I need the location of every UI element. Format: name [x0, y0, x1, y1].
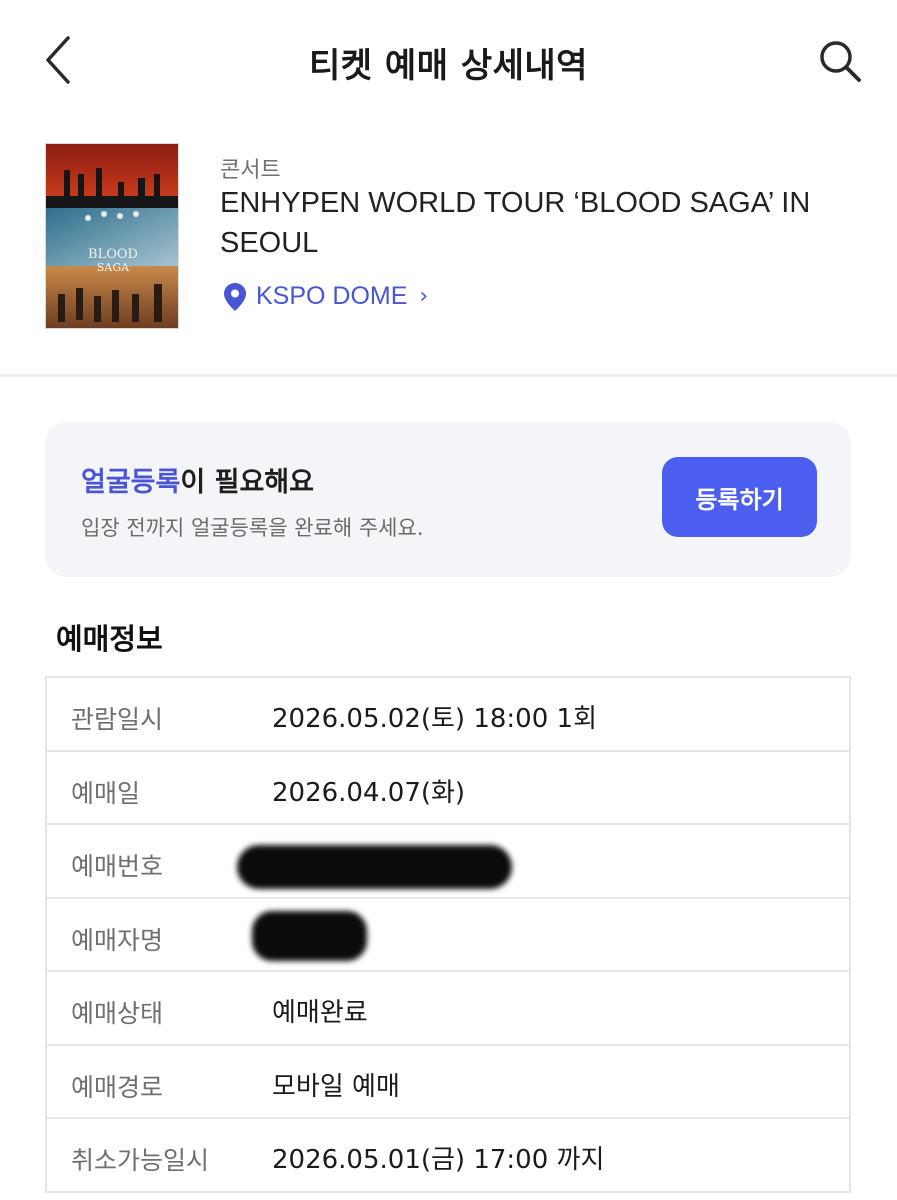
row-value: 예매완료	[272, 998, 368, 1028]
svg-text:BLOOD: BLOOD	[88, 247, 138, 262]
section-divider	[0, 374, 897, 377]
row-label: 예매자명	[71, 925, 164, 955]
face-registration-subtitle: 입장 전까지 얼굴등록을 완료해 주세요.	[81, 516, 424, 540]
top-bar: 티켓 예매 상세내역	[0, 0, 897, 122]
table-row: 예매번호	[47, 825, 849, 899]
chevron-right-icon: ›	[419, 284, 429, 309]
redacted-booking-number	[237, 845, 512, 889]
row-label: 취소가능일시	[71, 1146, 210, 1175]
search-button[interactable]	[817, 38, 863, 84]
table-row: 예매자명	[47, 899, 849, 972]
face-registration-card: 얼굴등록이 필요해요 입장 전까지 얼굴등록을 완료해 주세요. 등록하기	[45, 422, 851, 577]
row-label: 관람일시	[71, 705, 164, 734]
row-value: 2026.04.07(화)	[272, 777, 466, 808]
face-registration-title: 얼굴등록이 필요해요	[81, 460, 314, 499]
face-registration-accent: 얼굴등록	[81, 467, 181, 498]
booking-info-table: 관람일시 2026.05.02(토) 18:00 1회 예매일 2026.04.…	[45, 676, 851, 1193]
row-value: 2026.05.01(금) 17:00 까지	[272, 1145, 605, 1175]
event-title: ENHYPEN WORLD TOUR ‘BLOOD SAGA’ IN SEOUL	[220, 187, 811, 259]
event-category: 콘서트	[220, 158, 281, 183]
table-row: 취소가능일시 2026.05.01(금) 17:00 까지	[47, 1119, 849, 1193]
row-label: 예매경로	[71, 1072, 164, 1102]
section-title-booking-info: 예매정보	[56, 622, 163, 656]
page-title: 티켓 예매 상세내역	[309, 46, 588, 86]
register-button[interactable]: 등록하기	[662, 457, 817, 537]
row-label: 예매일	[71, 778, 141, 808]
svg-text:SAGA: SAGA	[97, 261, 130, 274]
table-row: 관람일시 2026.05.02(토) 18:00 1회	[47, 678, 849, 752]
table-row: 예매상태 예매완료	[47, 972, 849, 1046]
venue-link[interactable]: KSPO DOME ›	[224, 282, 428, 311]
row-value: 2026.05.02(토) 18:00 1회	[272, 704, 597, 734]
event-summary: BLOOD SAGA 콘서트 ENHYPEN WORLD TOUR ‘BLOOD…	[0, 122, 897, 374]
face-registration-title-rest: 이 필요해요	[180, 467, 314, 498]
location-pin-icon	[224, 282, 246, 311]
event-poster[interactable]: BLOOD SAGA	[45, 143, 179, 329]
row-value: 모바일 예매	[272, 1071, 400, 1102]
row-label: 예매상태	[71, 999, 164, 1028]
search-icon	[820, 41, 861, 82]
table-row: 예매경로 모바일 예매	[47, 1046, 849, 1119]
table-row: 예매일 2026.04.07(화)	[47, 752, 849, 825]
venue-name: KSPO DOME	[256, 282, 408, 310]
row-label: 예매번호	[71, 852, 164, 881]
redacted-booker-name	[252, 910, 367, 961]
